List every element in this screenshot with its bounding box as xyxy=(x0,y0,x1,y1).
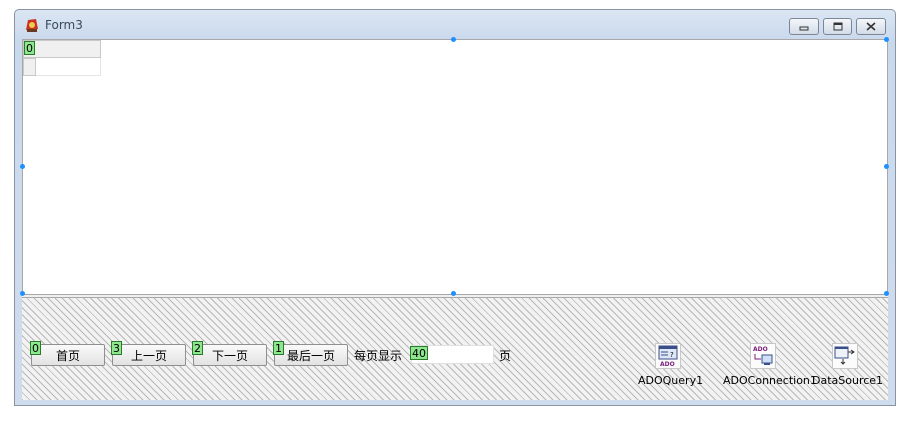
adoconnection-icon: ADO xyxy=(753,346,773,365)
svg-text:ADO: ADO xyxy=(753,346,768,353)
maximize-icon xyxy=(833,22,842,31)
per-page-label: 每页显示 xyxy=(354,349,403,363)
datasource-component[interactable] xyxy=(832,343,858,369)
adoquery-label: ADOQuery1 xyxy=(638,374,704,387)
svg-text:ADO: ADO xyxy=(660,361,675,368)
title-bar[interactable]: Form3 xyxy=(15,10,895,39)
next-page-button[interactable]: 下一页 xyxy=(193,344,267,366)
tab-order-tag: 3 xyxy=(111,341,122,355)
form-client-area: 0 首页 0 上一页 3 下一页 2 最后一页 1 每页显示 40 页 ? AD… xyxy=(20,37,889,400)
close-icon xyxy=(866,22,876,31)
prev-page-button-label: 上一页 xyxy=(130,348,167,363)
per-page-value: 40 xyxy=(410,346,428,360)
prev-page-button[interactable]: 上一页 xyxy=(112,344,186,366)
adoconnection-component[interactable]: ADO xyxy=(750,343,776,369)
grid-indicator-column xyxy=(23,58,36,76)
page-unit-label: 页 xyxy=(499,349,512,363)
selection-handle[interactable] xyxy=(451,291,456,296)
datasource-label: DataSource1 xyxy=(812,374,884,387)
selection-handle[interactable] xyxy=(884,291,889,296)
adoconnection-label: ADOConnection1 xyxy=(723,374,817,387)
tab-order-tag: 0 xyxy=(30,341,41,355)
delphi-app-icon xyxy=(26,19,38,32)
last-page-button[interactable]: 最后一页 xyxy=(274,344,348,366)
first-page-button[interactable]: 首页 xyxy=(31,344,105,366)
tab-order-tag: 2 xyxy=(192,341,203,355)
window-title: Form3 xyxy=(45,18,83,32)
close-button[interactable] xyxy=(856,18,886,35)
data-grid[interactable]: 0 xyxy=(22,39,888,295)
datasource-icon xyxy=(834,346,855,365)
selection-handle[interactable] xyxy=(884,164,889,169)
grid-tag-order: 0 xyxy=(24,41,35,55)
selection-handle[interactable] xyxy=(884,37,889,42)
adoquery-component[interactable]: ? ADO xyxy=(655,343,681,369)
grid-cell[interactable] xyxy=(36,58,101,76)
minimize-button[interactable] xyxy=(789,18,819,35)
bottom-panel: 首页 0 上一页 3 下一页 2 最后一页 1 每页显示 40 页 ? ADO … xyxy=(22,297,888,400)
last-page-button-label: 最后一页 xyxy=(286,348,335,363)
form-window: Form3 0 首页 0 上一页 3 下一页 2 最后一页 1 每页显示 40 … xyxy=(14,9,896,406)
svg-text:?: ? xyxy=(670,351,674,359)
selection-handle[interactable] xyxy=(20,164,25,169)
minimize-icon xyxy=(799,26,809,30)
tab-order-tag: 1 xyxy=(273,341,284,355)
first-page-button-label: 首页 xyxy=(55,348,80,363)
selection-handle[interactable] xyxy=(20,291,25,296)
maximize-button[interactable] xyxy=(823,18,852,35)
next-page-button-label: 下一页 xyxy=(211,348,248,363)
selection-handle[interactable] xyxy=(451,37,456,42)
adoquery-icon: ? ADO xyxy=(658,345,678,368)
